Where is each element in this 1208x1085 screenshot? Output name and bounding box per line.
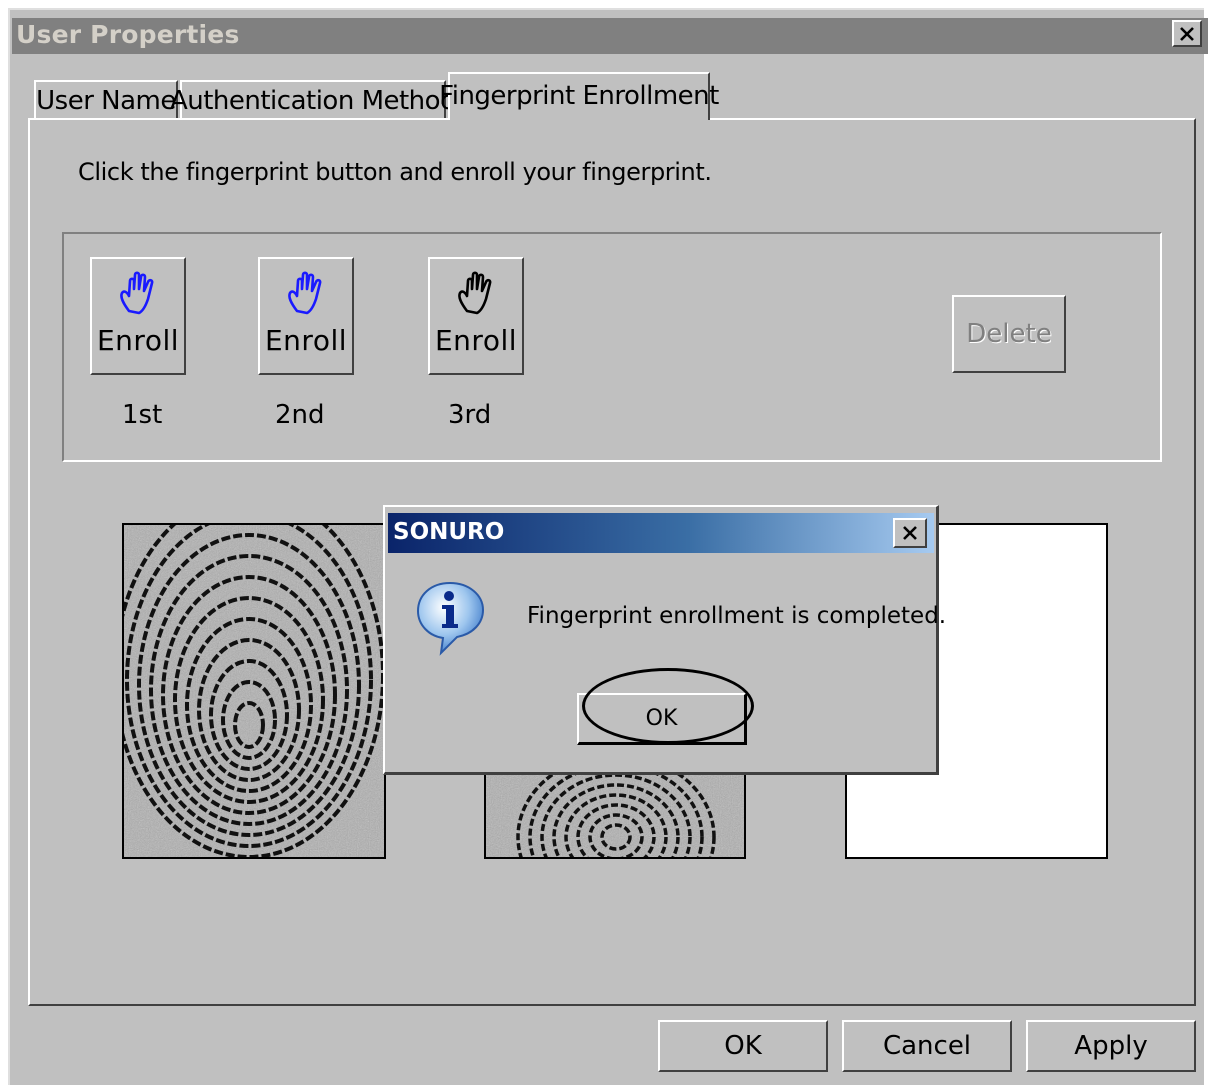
enroll-button-label: Enroll — [264, 324, 348, 357]
enroll-button-1st[interactable]: Enroll — [90, 257, 186, 375]
delete-button-label: Delete — [966, 319, 1052, 349]
dialog-title: SONURO — [393, 519, 505, 545]
hand-icon — [455, 267, 497, 322]
delete-button[interactable]: Delete — [952, 295, 1066, 373]
dialog-message: Fingerprint enrollment is completed. — [527, 603, 947, 629]
ordinal-label-1st: 1st — [122, 400, 163, 430]
cancel-button[interactable]: Cancel — [842, 1020, 1012, 1072]
tab-label: Authentication Method — [169, 86, 457, 116]
instruction-text: Click the fingerprint button and enroll … — [78, 158, 712, 186]
ordinal-label-2nd: 2nd — [275, 400, 325, 430]
dialog-titlebar[interactable]: SONURO — [388, 513, 934, 553]
enroll-button-label: Enroll — [96, 324, 180, 357]
info-icon — [413, 579, 489, 662]
cancel-button-label: Cancel — [882, 1031, 972, 1061]
tab-label: Fingerprint Enrollment — [439, 81, 719, 111]
hand-icon — [117, 267, 159, 322]
dialog-ok-button[interactable]: OK — [577, 693, 747, 745]
enroll-button-label: Enroll — [434, 324, 518, 357]
ok-button-label: OK — [724, 1031, 762, 1061]
fingerprint-image-1st — [122, 523, 386, 859]
close-icon — [1179, 26, 1195, 41]
ordinal-label-3rd: 3rd — [448, 400, 492, 430]
window-titlebar[interactable]: User Properties — [12, 18, 1208, 54]
tab-label: User Name — [36, 86, 176, 116]
enroll-button-2nd[interactable]: Enroll — [258, 257, 354, 375]
dialog-close-button[interactable] — [893, 518, 927, 548]
window-close-button[interactable] — [1172, 20, 1202, 47]
hand-icon — [285, 267, 327, 322]
tab-authentication-method[interactable]: Authentication Method — [170, 80, 457, 120]
apply-button[interactable]: Apply — [1026, 1020, 1196, 1072]
sonuro-message-dialog: SONURO Fingerprint enrollment is complet… — [383, 505, 946, 775]
window-title: User Properties — [16, 20, 240, 49]
ok-button[interactable]: OK — [658, 1020, 828, 1072]
tab-fingerprint-enrollment[interactable]: Fingerprint Enrollment — [439, 72, 719, 120]
close-icon — [902, 526, 918, 540]
enroll-button-3rd[interactable]: Enroll — [428, 257, 524, 375]
dialog-ok-label: OK — [645, 706, 678, 731]
apply-button-label: Apply — [1074, 1031, 1148, 1061]
tab-user-name[interactable]: User Name — [34, 80, 178, 120]
